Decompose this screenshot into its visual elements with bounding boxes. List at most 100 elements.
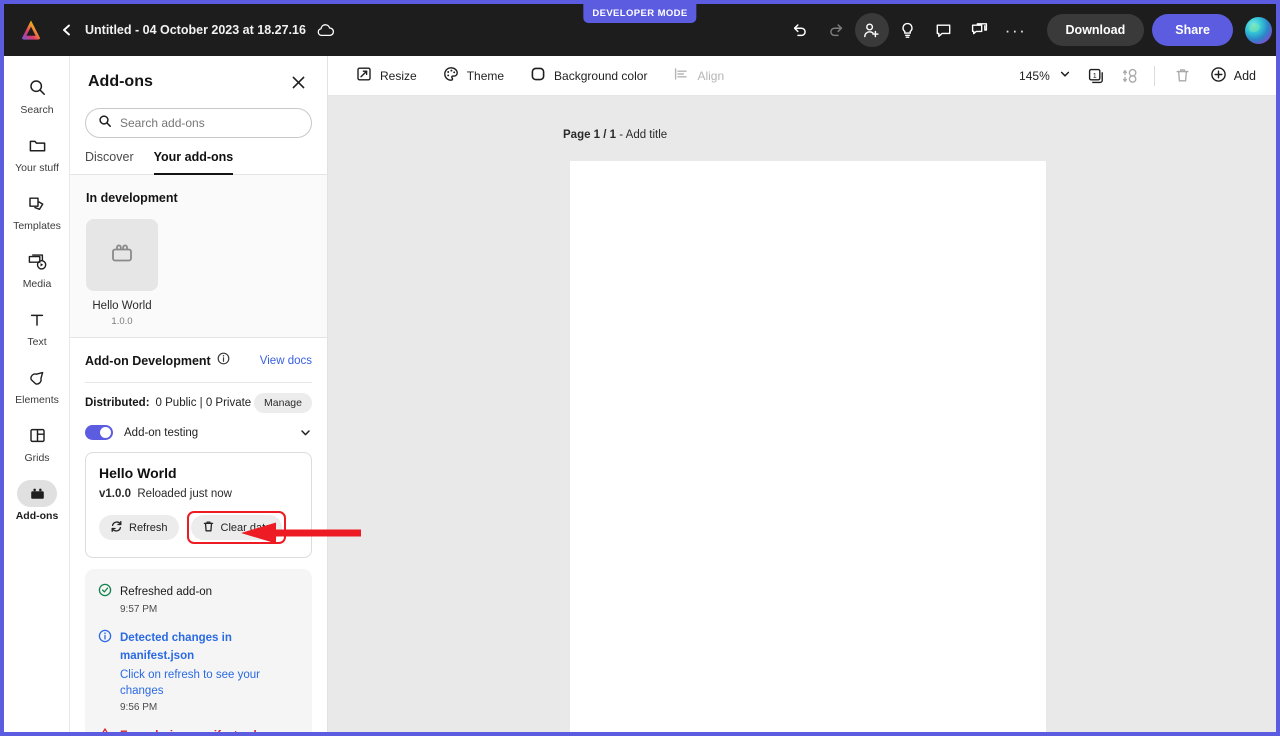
background-color-icon: [530, 66, 546, 85]
zoom-value: 145%: [1019, 68, 1050, 83]
document-title[interactable]: Untitled - 04 October 2023 at 18.27.16: [85, 23, 306, 37]
page-label[interactable]: Page 1 / 1 - Add title: [563, 129, 667, 141]
sidebar-item-addons[interactable]: Add-ons: [4, 472, 70, 530]
more-options-icon[interactable]: ···: [999, 13, 1033, 47]
sidebar-item-label: Grids: [24, 452, 50, 465]
search-wrapper: [70, 108, 327, 138]
toolbar-divider: [1153, 65, 1155, 86]
align-icon: [673, 66, 689, 85]
addon-testing-toggle[interactable]: [85, 425, 113, 440]
page-number: Page 1 / 1: [563, 129, 617, 141]
pages-icon[interactable]: 1: [1081, 61, 1111, 91]
sidebar-item-search[interactable]: Search: [4, 66, 70, 124]
log-entry: Detected changes in manifest.json Click …: [98, 628, 299, 713]
distributed-label: Distributed:: [85, 397, 150, 409]
addon-tile[interactable]: [86, 219, 158, 291]
canvas-area[interactable]: Page 1 / 1 - Add title: [328, 96, 1276, 732]
sidebar-item-label: Add-ons: [15, 510, 59, 523]
zoom-selector[interactable]: 145%: [1013, 64, 1077, 87]
more-dots: ···: [1004, 20, 1027, 40]
lightbulb-icon[interactable]: [891, 13, 925, 47]
search-box[interactable]: [85, 108, 312, 138]
sidebar-item-label: Elements: [15, 394, 59, 407]
sidebar-item-templates[interactable]: Templates: [4, 182, 70, 240]
app-viewport: Untitled - 04 October 2023 at 18.27.16 ·…: [0, 0, 1280, 736]
addon-testing-row: Add-on testing: [85, 425, 312, 440]
refresh-icon: [110, 520, 123, 536]
resize-button[interactable]: Resize: [346, 61, 427, 90]
log-message: Detected changes in manifest.json: [120, 631, 232, 663]
sidebar-item-label: Media: [22, 278, 52, 291]
sidebar-item-elements[interactable]: Elements: [4, 356, 70, 414]
developer-mode-badge: DEVELOPER MODE: [583, 4, 697, 23]
background-color-button[interactable]: Background color: [520, 61, 657, 90]
add-button[interactable]: Add: [1204, 62, 1262, 90]
view-docs-link[interactable]: View docs: [260, 355, 312, 367]
sidebar-item-label: Templates: [13, 220, 61, 233]
theme-palette-icon: [443, 66, 459, 85]
log-entry: Refreshed add-on 9:57 PM: [98, 582, 299, 615]
close-icon[interactable]: [287, 71, 309, 93]
log-time: 9:56 PM: [120, 701, 158, 713]
chevron-down-icon: [1059, 68, 1071, 83]
log-message: Refreshed add-on: [120, 586, 213, 598]
manage-button[interactable]: Manage: [254, 393, 312, 413]
refresh-button[interactable]: Refresh: [99, 515, 179, 540]
log-body: Detected changes in manifest.json Click …: [120, 628, 299, 713]
main-toolbar: Resize Theme Background color Align 145%…: [328, 56, 1276, 96]
back-button[interactable]: [58, 21, 76, 39]
addon-log-panel: Refreshed add-on 9:57 PM Detected change…: [85, 569, 312, 732]
tab-discover[interactable]: Discover: [85, 150, 134, 175]
redo-icon: [819, 13, 853, 47]
tab-your-addons[interactable]: Your add-ons: [153, 150, 234, 175]
sidebar-item-your-stuff[interactable]: Your stuff: [4, 124, 70, 182]
download-button[interactable]: Download: [1046, 14, 1145, 46]
check-circle-icon: [98, 583, 112, 615]
sidebar-item-label: Your stuff: [15, 162, 59, 175]
background-color-label: Background color: [554, 68, 648, 83]
sidebar-item-media[interactable]: Media: [4, 240, 70, 298]
search-input[interactable]: [120, 116, 299, 130]
distributed-value: 0 Public | 0 Private: [155, 397, 252, 409]
in-development-section: In development Hello World 1.0.0: [70, 175, 327, 338]
comment-icon[interactable]: [927, 13, 961, 47]
panel-header: Add-ons: [70, 56, 327, 108]
annotation-arrow: [237, 520, 362, 546]
theme-button[interactable]: Theme: [433, 61, 514, 90]
info-circle-icon[interactable]: [217, 352, 230, 370]
log-body: Error during manifest schema validation …: [120, 726, 299, 732]
page-sheet[interactable]: [570, 161, 1046, 732]
addons-icon: [17, 480, 57, 508]
add-label: Add: [1233, 68, 1256, 83]
adobe-express-logo[interactable]: [18, 17, 44, 43]
cloud-saved-icon: [316, 23, 335, 38]
svg-text:1: 1: [1092, 71, 1096, 80]
invite-user-icon[interactable]: [854, 13, 889, 47]
undo-icon[interactable]: [783, 13, 817, 47]
log-detail: Click on refresh to see your changes: [120, 668, 260, 697]
align-button: Align: [663, 61, 734, 90]
addon-development-header: Add-on Development View docs: [85, 352, 312, 370]
hello-world-reloaded: Reloaded just now: [137, 488, 232, 500]
media-icon: [17, 248, 57, 275]
log-body: Refreshed add-on 9:57 PM: [120, 582, 299, 615]
grids-icon: [17, 422, 57, 449]
animate-icon: [1115, 61, 1145, 91]
distributed-row: Distributed: 0 Public | 0 Private Manage: [85, 393, 312, 413]
sidebar-item-grids[interactable]: Grids: [4, 414, 70, 472]
elements-icon: [17, 364, 57, 391]
plus-circle-icon: [1210, 66, 1227, 86]
duplicate-icon[interactable]: [963, 13, 997, 47]
share-button[interactable]: Share: [1152, 14, 1233, 46]
chevron-down-icon[interactable]: [299, 426, 312, 439]
sidebar-item-text[interactable]: Text: [4, 298, 70, 356]
warning-triangle-icon: [98, 727, 112, 732]
align-label: Align: [697, 68, 725, 83]
addons-panel: Add-ons Discover Your add-ons: [70, 56, 328, 732]
theme-label: Theme: [466, 68, 505, 83]
left-rail: Search Your stuff Templates Media Text E…: [4, 56, 70, 732]
search-icon: [17, 74, 57, 101]
page-title: Add-ons: [88, 73, 153, 90]
avatar[interactable]: [1245, 16, 1272, 44]
addon-testing-label: Add-on testing: [124, 426, 199, 439]
